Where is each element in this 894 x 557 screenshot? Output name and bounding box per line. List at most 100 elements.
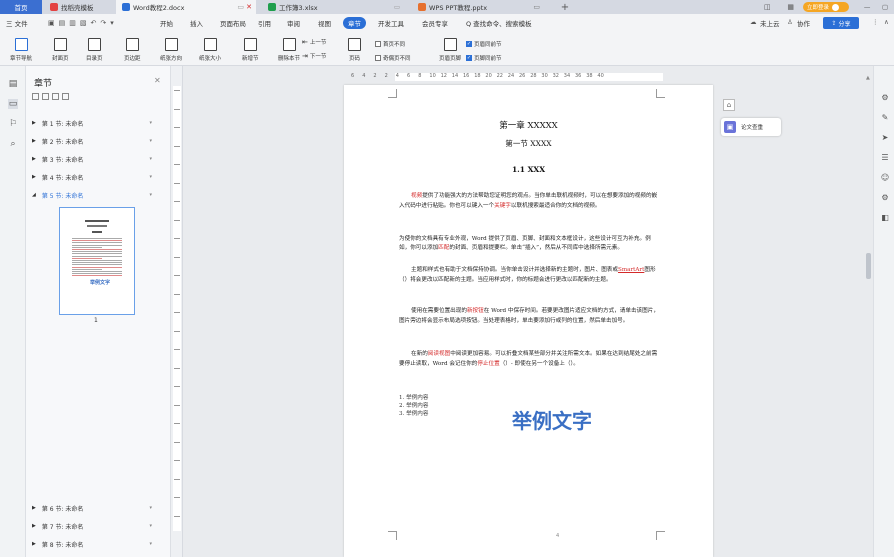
section-item[interactable]: ▶ 第 3 节: 未命名 ▾ (32, 154, 162, 164)
doc-check-button[interactable]: ▣ 论文查重 (721, 118, 781, 136)
expanded-arrow-icon[interactable]: ◢ (32, 192, 36, 198)
section-item[interactable]: ▶ 第 4 节: 未命名 ▾ (32, 172, 162, 182)
redo-icon[interactable]: ↷ (100, 19, 106, 27)
login-button[interactable]: 立即登录 (803, 2, 849, 12)
footer-link-checkbox[interactable]: ✓ 页脚同前节 (466, 54, 502, 62)
chevron-down-icon[interactable]: ▾ (149, 156, 152, 162)
chevron-down-icon[interactable]: ▾ (149, 120, 152, 126)
chevron-down-icon[interactable]: ▾ (149, 505, 152, 511)
search-command-input[interactable]: Q 查找命令、搜索模板 (466, 18, 532, 28)
collapsed-arrow-icon[interactable]: ▶ (32, 156, 36, 162)
tab-home[interactable]: 首页 (0, 0, 42, 14)
header-diff-checkbox[interactable]: 首页不同 (375, 40, 405, 48)
layout-icon[interactable]: ◧ (880, 213, 890, 223)
format-icon[interactable]: ☰ (880, 153, 890, 163)
section-item[interactable]: ▶ 第 7 节: 未命名 ▾ (32, 521, 162, 531)
menu-tab-1[interactable]: 插入 (190, 18, 203, 28)
collapsed-arrow-icon[interactable]: ▶ (32, 505, 36, 511)
ribbon-tool-1[interactable]: 封面页 (52, 38, 69, 62)
ribbon-tool-6[interactable]: 新增节 (242, 38, 259, 62)
print-preview-icon[interactable]: ▤ (59, 19, 66, 27)
window-mode-icons[interactable]: ◫ ▦ (764, 0, 794, 14)
tab-sheet[interactable]: 工作簿3.xlsx (262, 0, 382, 14)
menu-tab-2[interactable]: 页面布局 (220, 18, 246, 28)
ribbon-tool-3[interactable]: 页边距 (124, 38, 141, 62)
select-icon[interactable]: ➤ (880, 133, 890, 143)
menu-tab-4[interactable]: 审阅 (287, 18, 300, 28)
save-icon[interactable]: ▣ (48, 19, 55, 27)
document-page[interactable]: 第一章 XXXXX 第一节 XXXX 1.1 XXX 视频提供了功能强大的方法帮… (344, 85, 713, 557)
close-panel-icon[interactable]: ✕ (154, 76, 161, 85)
collapsed-arrow-icon[interactable]: ▶ (32, 174, 36, 180)
menu-tab-0[interactable]: 开始 (160, 18, 173, 28)
add-section-icon[interactable] (52, 93, 59, 100)
horizontal-ruler[interactable]: 6 4 2 2 4 6 8 10 12 14 16 18 20 22 24 26 28 30 32 34 36 38 40 (183, 72, 873, 82)
next-section-button[interactable]: ⇥ 下一节 (302, 52, 326, 60)
share-button[interactable]: ⇪ 分享 (823, 17, 859, 29)
bookmark-icon[interactable]: ⚐ (8, 119, 18, 129)
pen-icon[interactable]: ✎ (880, 113, 890, 123)
more-icon[interactable]: ▾ (110, 19, 114, 27)
delete-section-icon[interactable] (62, 93, 69, 100)
menu-tab-8[interactable]: 会员专享 (422, 18, 448, 28)
section-item[interactable]: ▶ 第 8 节: 未命名 ▾ (32, 539, 162, 549)
more-options-icon[interactable]: ⋮ (872, 18, 879, 26)
tab-blank[interactable]: ▭ (384, 0, 410, 14)
section-item[interactable]: ▶ 第 6 节: 未命名 ▾ (32, 503, 162, 513)
ribbon-tool-0[interactable]: 章节导航 (10, 38, 32, 62)
style-icon[interactable]: ⚙ (880, 93, 890, 103)
ribbon-tool-11[interactable]: 页眉页脚 (439, 38, 461, 62)
expand-all-icon[interactable] (32, 93, 39, 100)
restore-icon[interactable]: ▢ (882, 3, 888, 11)
prev-section-button[interactable]: ⇤ 上一节 (302, 38, 326, 46)
section-item[interactable]: ▶ 第 2 节: 未命名 ▾ (32, 136, 162, 146)
float-toggle-icon[interactable]: ⌂ (723, 99, 735, 111)
monitor-icon[interactable]: ▭ (533, 3, 540, 11)
section-nav-icon[interactable]: ▭ (8, 99, 18, 109)
collapse-ribbon-icon[interactable]: ∧ (884, 18, 889, 26)
menu-tab-6[interactable]: 章节 (343, 17, 366, 29)
chevron-down-icon[interactable]: ▾ (149, 541, 152, 547)
collapsed-arrow-icon[interactable]: ▶ (32, 138, 36, 144)
minimize-icon[interactable]: — (864, 3, 871, 11)
tab-template[interactable]: 找稻壳模板 (44, 0, 114, 14)
image-icon[interactable]: ☺ (880, 173, 890, 183)
grid-icon[interactable]: ▦ (787, 3, 794, 11)
close-icon[interactable]: ✕ (246, 3, 252, 11)
document-icon[interactable]: ▤ (8, 79, 18, 89)
ribbon-tool-4[interactable]: 纸张方向 (160, 38, 182, 62)
cloud-status[interactable]: 未上云 (760, 18, 780, 28)
export-icon[interactable]: ▧ (80, 19, 87, 27)
vertical-ruler[interactable] (171, 66, 183, 557)
chevron-down-icon[interactable]: ▾ (149, 174, 152, 180)
ribbon-tool-2[interactable]: 目录页 (86, 38, 103, 62)
settings-icon[interactable]: ⚙ (880, 193, 890, 203)
collapsed-arrow-icon[interactable]: ▶ (32, 523, 36, 529)
header-link-checkbox[interactable]: ✓ 页眉同前节 (466, 40, 502, 48)
page-thumbnail[interactable]: 举例文字 (59, 207, 135, 315)
chevron-down-icon[interactable]: ▾ (149, 138, 152, 144)
monitor-icon[interactable]: ▭ (237, 3, 244, 11)
collapsed-arrow-icon[interactable]: ▶ (32, 120, 36, 126)
scroll-up-icon[interactable]: ▲ (866, 75, 871, 83)
ribbon-tool-5[interactable]: 纸张大小 (199, 38, 221, 62)
menu-tab-7[interactable]: 开发工具 (378, 18, 404, 28)
chevron-down-icon[interactable]: ▾ (149, 192, 152, 198)
ribbon-tool-7[interactable]: 删除本节 (278, 38, 300, 62)
collab-button[interactable]: 协作 (797, 18, 810, 28)
file-menu[interactable]: 三 文件 (6, 18, 28, 28)
odd-even-checkbox[interactable]: 奇偶页不同 (375, 54, 411, 62)
collapsed-arrow-icon[interactable]: ▶ (32, 541, 36, 547)
section-item[interactable]: ◢ 第 5 节: 未命名 ▾ (32, 190, 162, 200)
layout-icon[interactable]: ◫ (764, 3, 771, 11)
search-icon[interactable]: ⌕ (8, 139, 18, 149)
ribbon-tool-10[interactable]: 页码 (348, 38, 361, 62)
chevron-down-icon[interactable]: ▾ (149, 523, 152, 529)
tab-ppt[interactable]: WPS PPT教程.pptx ▭ (414, 0, 544, 14)
tab-doc[interactable]: Word教程2.docx ▭ ✕ (116, 0, 256, 14)
undo-icon[interactable]: ↶ (91, 19, 97, 27)
vertical-scrollbar[interactable] (866, 253, 871, 279)
collapse-all-icon[interactable] (42, 93, 49, 100)
menu-tab-5[interactable]: 视图 (318, 18, 331, 28)
print-icon[interactable]: ▥ (69, 19, 76, 27)
